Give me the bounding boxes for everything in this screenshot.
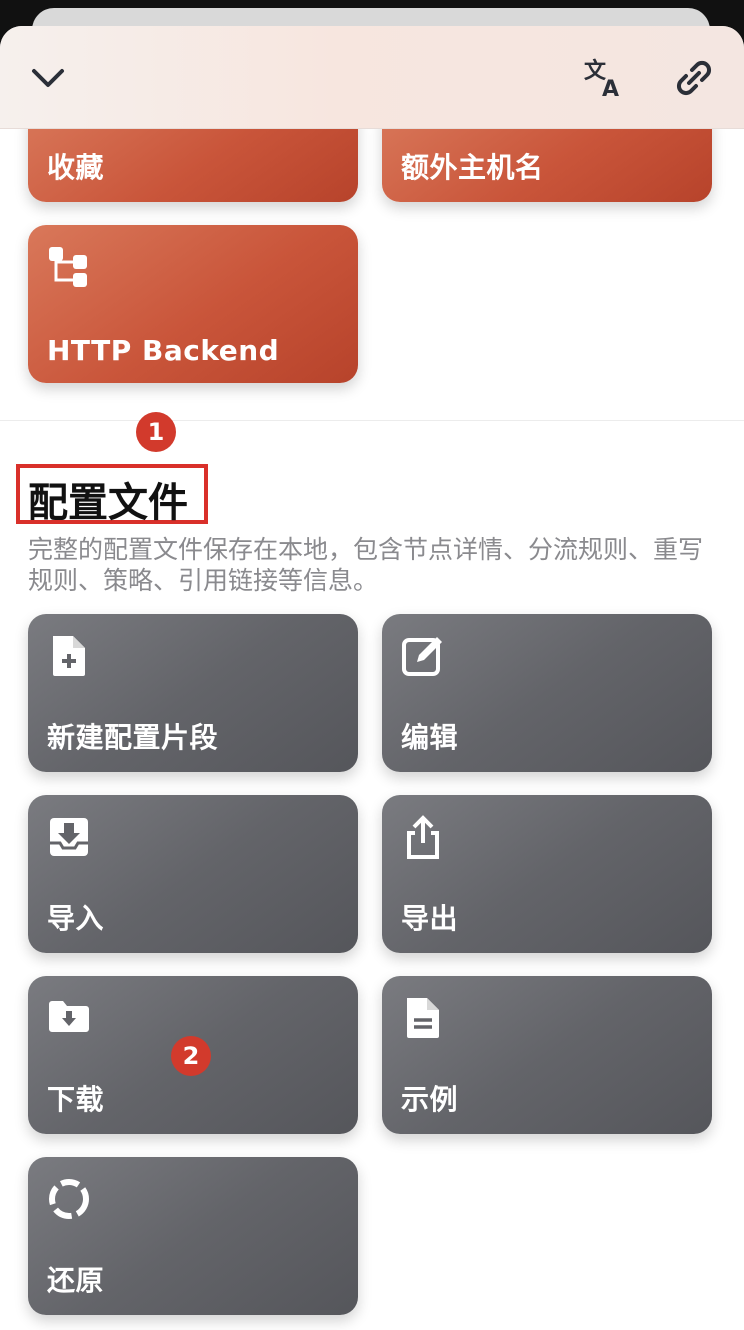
link-icon[interactable] [670, 54, 718, 102]
import-label: 导入 [47, 902, 105, 935]
edit-card[interactable]: 编辑 [382, 614, 712, 772]
inbox-import-icon [47, 815, 91, 859]
translate-icon[interactable]: 文 A [580, 54, 628, 102]
example-card[interactable]: 示例 [382, 976, 712, 1134]
extra-hostname-label: 额外主机名 [401, 151, 544, 184]
download-label: 下载 [47, 1083, 105, 1116]
restore-label: 还原 [47, 1264, 105, 1297]
annotation-badge-2: 2 [171, 1036, 211, 1076]
bottom-sheet: 收藏 额外主机名 HTTP Backend 1 配置文件 完整的配置文件保存在本… [0, 26, 744, 1330]
sheet-header: 文 A [0, 26, 744, 129]
import-card[interactable]: 导入 [28, 795, 358, 953]
sheet-content: 收藏 额外主机名 HTTP Backend 1 配置文件 完整的配置文件保存在本… [0, 26, 744, 1330]
hierarchy-icon [47, 245, 91, 289]
example-label: 示例 [401, 1083, 459, 1116]
document-icon [401, 996, 445, 1040]
edit-label: 编辑 [401, 721, 459, 754]
edit-icon [401, 634, 445, 678]
chevron-down-icon[interactable] [24, 54, 72, 102]
svg-text:A: A [602, 77, 619, 100]
annotation-badge-1: 1 [136, 412, 176, 452]
restore-icon [47, 1177, 91, 1221]
section-description: 完整的配置文件保存在本地，包含节点详情、分流规则、重写规则、策略、引用链接等信息… [28, 535, 704, 595]
new-snippet-card[interactable]: 新建配置片段 [28, 614, 358, 772]
folder-download-icon [47, 996, 91, 1040]
section-divider [0, 420, 744, 421]
file-plus-icon [47, 634, 91, 678]
export-label: 导出 [401, 902, 459, 935]
new-snippet-label: 新建配置片段 [47, 721, 219, 754]
favorites-label: 收藏 [47, 151, 105, 184]
export-card[interactable]: 导出 [382, 795, 712, 953]
section-title: 配置文件 [28, 480, 188, 526]
http-backend-label: HTTP Backend [47, 334, 280, 367]
http-backend-card[interactable]: HTTP Backend [28, 225, 358, 383]
restore-card[interactable]: 还原 [28, 1157, 358, 1315]
share-icon [401, 815, 445, 859]
